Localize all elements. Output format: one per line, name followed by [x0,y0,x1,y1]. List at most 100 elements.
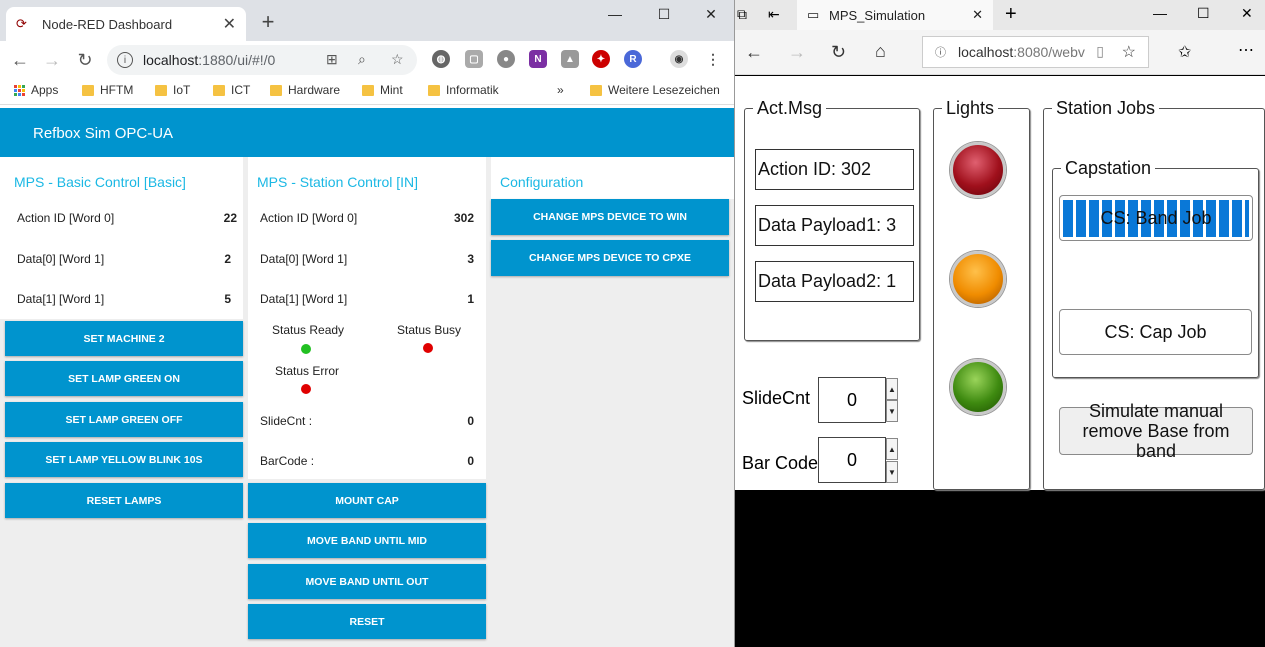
extension-drive-icon[interactable]: ▲ [561,50,579,68]
bookmark-hardware[interactable]: Hardware [270,83,340,97]
address-bar[interactable]: i localhost:1880/ui/#!/0 [107,45,417,75]
barcode-input[interactable]: 0 [818,437,886,483]
set-aside-tabs-icon[interactable]: ⇤ [768,6,780,23]
bookmark-weitere[interactable]: Weitere Lesezeichen [590,83,720,97]
row-data0: Data[0] [Word 1] 2 [17,252,231,266]
bookmark-mint[interactable]: Mint [362,83,403,97]
onenote-icon[interactable]: N [529,50,547,68]
reset-button[interactable]: RESET [248,604,486,639]
bookmark-hftm[interactable]: HFTM [82,83,133,97]
folder-icon [82,84,94,96]
close-tab-icon[interactable]: ✕ [972,7,983,23]
chrome-tab[interactable]: ⟳ Node-RED Dashboard ✕ [6,7,246,41]
folder-icon [428,84,440,96]
menu-icon[interactable]: ⋮ [706,51,720,68]
row-action-id: Action ID [Word 0] 302 [260,211,474,225]
band-job-button[interactable]: CS: Band Job [1059,195,1253,241]
forward-icon[interactable]: → [36,44,68,76]
reading-view-icon[interactable]: ▯ [1096,43,1104,60]
zoom-icon[interactable]: ⌕ [358,51,366,68]
folder-icon [590,84,602,96]
chrome-tab-bar: ⟳ Node-RED Dashboard ✕ + — ☐ ✕ [0,0,734,41]
bookmark-apps[interactable]: Apps [14,83,58,97]
star-icon[interactable]: ☆ [391,51,404,68]
row-label: Data[0] [Word 1] [17,252,105,266]
reload-icon[interactable]: ↻ [69,44,101,76]
url-path: :8080/webv [1013,44,1085,60]
bookmark-label: Apps [31,83,59,97]
folder-icon [213,84,225,96]
slidecnt-input[interactable]: 0 [818,377,886,423]
more-icon[interactable]: ⋯ [1238,40,1254,60]
slidecnt-up-icon[interactable]: ▲ [886,378,898,400]
minimize-icon[interactable]: — [592,0,638,28]
tab-title: MPS_Simulation [829,7,926,23]
folder-icon [362,84,374,96]
back-icon[interactable]: ← [4,44,36,76]
back-icon[interactable]: ← [745,42,763,63]
tab-title: Node-RED Dashboard [42,16,173,32]
chrome-toolbar: ← → ↻ i localhost:1880/ui/#!/0 ⊞ ⌕ ☆ ◍ ▢… [0,41,734,78]
close-window-icon[interactable]: ✕ [688,0,734,28]
favorite-star-icon[interactable]: ☆ [1122,42,1136,62]
extension-globe-icon[interactable]: ◍ [432,50,450,68]
set-machine-2-button[interactable]: SET MACHINE 2 [5,321,243,356]
row-value: 5 [224,292,231,306]
bookmark-label: Hardware [288,83,341,97]
green-lamp [950,359,1006,415]
maximize-icon[interactable]: ☐ [641,0,687,28]
cap-job-button[interactable]: CS: Cap Job [1059,309,1252,355]
barcode-down-icon[interactable]: ▼ [886,461,898,483]
mount-cap-button[interactable]: MOUNT CAP [248,483,486,518]
maximize-icon[interactable]: ☐ [1197,5,1210,22]
edge-window: ⧉ ⇤ ▭ MPS_Simulation ✕ + — ☐ ✕ ← → ↻ ⌂ ⓘ… [734,0,1265,647]
bookmark-ict[interactable]: ICT [213,83,250,97]
row-label: Data[1] [Word 1] [260,292,348,306]
info-icon[interactable]: i [117,52,133,68]
bookmark-iot[interactable]: IoT [155,83,190,97]
change-device-win-button[interactable]: CHANGE MPS DEVICE TO WIN [491,199,729,235]
bookmark-informatik[interactable]: Informatik [428,83,499,97]
status-busy-indicator [423,343,433,353]
lights-legend: Lights [946,98,995,118]
simulate-remove-base-button[interactable]: Simulate manual remove Base from band [1059,401,1253,461]
extension-chat-icon[interactable]: ● [497,50,515,68]
close-window-icon[interactable]: ✕ [1241,5,1253,22]
close-tab-icon[interactable]: ✕ [223,14,236,34]
set-lamp-yellow-blink-button[interactable]: SET LAMP YELLOW BLINK 10S [5,442,243,477]
bookmarks-bar: Apps HFTM IoT ICT Hardware Mint Informat… [0,78,734,105]
reload-icon[interactable]: ↻ [831,42,846,63]
reset-lamps-button[interactable]: RESET LAMPS [5,483,243,518]
slidecnt-down-icon[interactable]: ▼ [886,400,898,422]
minimize-icon[interactable]: — [1153,5,1167,21]
tab-actions-icon[interactable]: ⧉ [737,6,747,23]
station-jobs-legend: Station Jobs [1056,98,1156,118]
translate-icon[interactable]: ⊞ [326,51,338,68]
home-icon[interactable]: ⌂ [875,41,886,62]
row-label: Data[0] [Word 1] [260,252,348,266]
move-band-mid-button[interactable]: MOVE BAND UNTIL MID [248,523,486,558]
address-bar[interactable]: ⓘ localhost:8080/webv ▯ ☆ [922,36,1149,68]
extension-r-icon[interactable]: R [624,50,642,68]
edge-tab[interactable]: ▭ MPS_Simulation ✕ [797,0,993,30]
extension-red-icon[interactable]: ✦ [592,50,610,68]
page-icon: ▭ [807,7,820,22]
bookmarks-overflow[interactable]: » [557,83,564,97]
row-data0: Data[0] [Word 1] 3 [260,252,474,266]
node-red-icon: ⟳ [16,16,27,31]
barcode-up-icon[interactable]: ▲ [886,438,898,460]
group-title: MPS - Station Control [IN] [257,174,419,190]
new-tab-icon[interactable]: + [256,9,280,34]
forward-icon[interactable]: → [788,42,806,63]
change-device-cpxe-button[interactable]: CHANGE MPS DEVICE TO CPXE [491,240,729,276]
row-value: 3 [467,252,474,266]
group-title: MPS - Basic Control [Basic] [14,174,186,190]
extension-cube-icon[interactable]: ▢ [465,50,483,68]
profile-icon[interactable]: ◉ [670,50,688,68]
move-band-out-button[interactable]: MOVE BAND UNTIL OUT [248,564,486,599]
favorites-icon[interactable]: ✩ [1178,42,1191,62]
set-lamp-green-off-button[interactable]: SET LAMP GREEN OFF [5,402,243,437]
new-tab-icon[interactable]: + [1005,3,1017,26]
set-lamp-green-on-button[interactable]: SET LAMP GREEN ON [5,361,243,396]
yellow-lamp [950,251,1006,307]
